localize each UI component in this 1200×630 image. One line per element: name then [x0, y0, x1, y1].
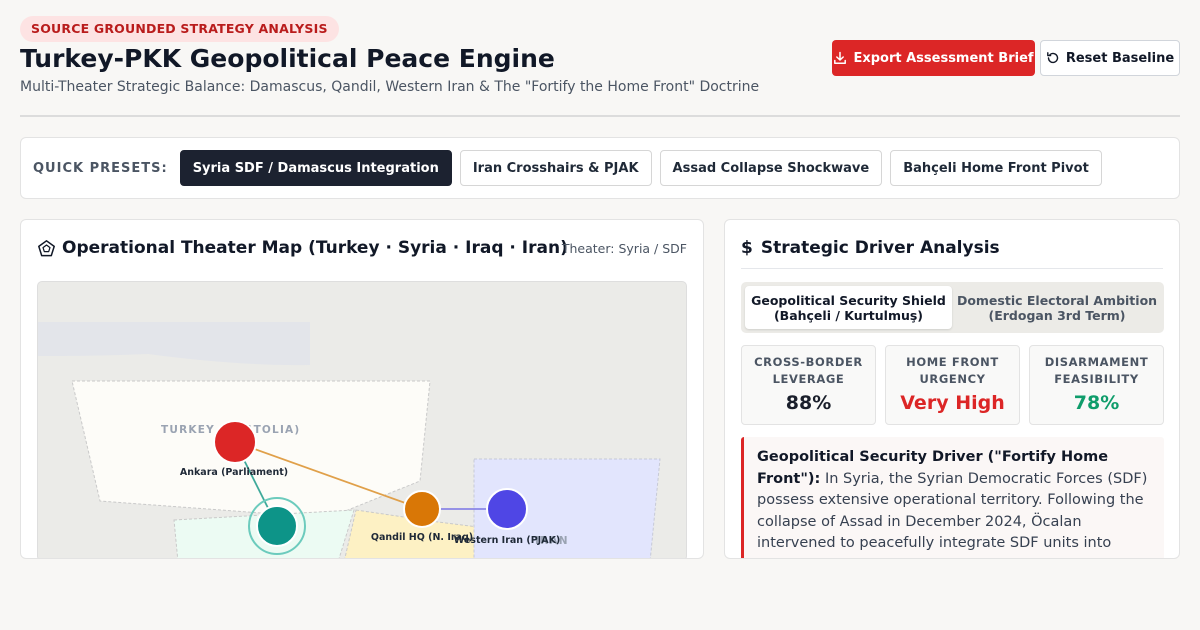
header-divider — [20, 115, 1180, 117]
syria-node — [256, 505, 298, 547]
metric-label: HOME FRONT URGENCY — [886, 354, 1019, 388]
export-label: Export Assessment Brief — [853, 50, 1034, 66]
map-title: Operational Theater Map (Turkey · Syria … — [62, 238, 568, 258]
reset-label: Reset Baseline — [1065, 50, 1175, 66]
metric-disarmament-feasibility: DISARMAMENT FEASIBILITY 78% — [1029, 345, 1164, 425]
presets-label: QUICK PRESETS: — [33, 160, 168, 176]
preset-assad-collapse[interactable]: Assad Collapse Shockwave — [659, 150, 883, 186]
western-iran-label: Western Iran (PJAK) — [454, 535, 561, 546]
metric-label-line2: URGENCY — [919, 372, 986, 386]
metric-label: DISARMAMENT FEASIBILITY — [1030, 354, 1163, 388]
metric-value: Very High — [900, 392, 1005, 414]
driver-divider — [741, 268, 1163, 269]
metric-value: 88% — [785, 392, 832, 414]
page-subtitle: Multi-Theater Strategic Balance: Damascu… — [20, 79, 760, 95]
driver-header: $ Strategic Driver Analysis — [741, 238, 1000, 258]
ankara-label: Ankara (Parliament) — [180, 467, 288, 478]
theater-map-panel: Operational Theater Map (Turkey · Syria … — [20, 219, 704, 559]
toggle-b-line2: (Erdogan 3rd Term) — [988, 307, 1126, 323]
metric-label-line2: LEVERAGE — [772, 372, 845, 386]
toggle-security-shield[interactable]: Geopolitical Security Shield (Bahçeli / … — [745, 286, 952, 329]
driver-title: Strategic Driver Analysis — [760, 238, 1000, 258]
qandil-node — [403, 490, 441, 528]
driver-callout: Geopolitical Security Driver ("Fortify H… — [741, 437, 1164, 558]
ankara-node — [213, 420, 257, 464]
metric-label-line1: HOME FRONT — [906, 355, 999, 369]
page-title: Turkey-PKK Geopolitical Peace Engine — [20, 44, 555, 73]
preset-syria-sdf[interactable]: Syria SDF / Damascus Integration — [179, 150, 452, 186]
export-assessment-button[interactable]: Export Assessment Brief — [832, 40, 1035, 76]
download-icon — [834, 51, 847, 64]
toggle-b-line1: Domestic Electoral Ambition — [956, 292, 1158, 308]
map-canvas[interactable]: TURKEY (ANATOLIA) IRAN Ankara (Parliamen… — [37, 281, 687, 558]
metric-value: 78% — [1073, 392, 1120, 414]
strategic-driver-panel: $ Strategic Driver Analysis Geopolitical… — [724, 219, 1180, 559]
toggle-a-line1: Geopolitical Security Shield — [751, 292, 946, 308]
metric-label-line1: CROSS-BORDER — [754, 355, 863, 369]
metric-label: CROSS-BORDER LEVERAGE — [742, 354, 875, 388]
metric-cross-border-leverage: CROSS-BORDER LEVERAGE 88% — [741, 345, 876, 425]
metric-label-line2: FEASIBILITY — [1054, 372, 1139, 386]
map-svg: TURKEY (ANATOLIA) IRAN Ankara (Parliamen… — [38, 322, 661, 558]
preset-bahceli-pivot[interactable]: Bahçeli Home Front Pivot — [890, 150, 1102, 186]
map-header: Operational Theater Map (Turkey · Syria … — [37, 238, 568, 258]
dollar-icon: $ — [741, 238, 753, 258]
reset-icon — [1046, 52, 1059, 64]
black-sea-region — [38, 322, 310, 366]
preset-iran-pjak[interactable]: Iran Crosshairs & PJAK — [459, 150, 652, 186]
metric-label-line1: DISARMAMENT — [1044, 355, 1149, 369]
pentagon-icon — [38, 239, 55, 256]
theater-indicator: Theater: Syria / SDF — [561, 241, 687, 256]
toggle-a-line2: (Bahçeli / Kurtulmuş) — [773, 307, 924, 323]
western-iran-node — [486, 488, 528, 530]
toggle-electoral-ambition[interactable]: Domestic Electoral Ambition (Erdogan 3rd… — [954, 286, 1160, 329]
metric-home-front-urgency: HOME FRONT URGENCY Very High — [885, 345, 1020, 425]
source-badge: SOURCE GROUNDED STRATEGY ANALYSIS — [20, 16, 339, 42]
driver-toggle: Geopolitical Security Shield (Bahçeli / … — [741, 282, 1164, 333]
reset-baseline-button[interactable]: Reset Baseline — [1040, 40, 1180, 76]
quick-presets-bar: QUICK PRESETS: Syria SDF / Damascus Inte… — [20, 137, 1180, 199]
